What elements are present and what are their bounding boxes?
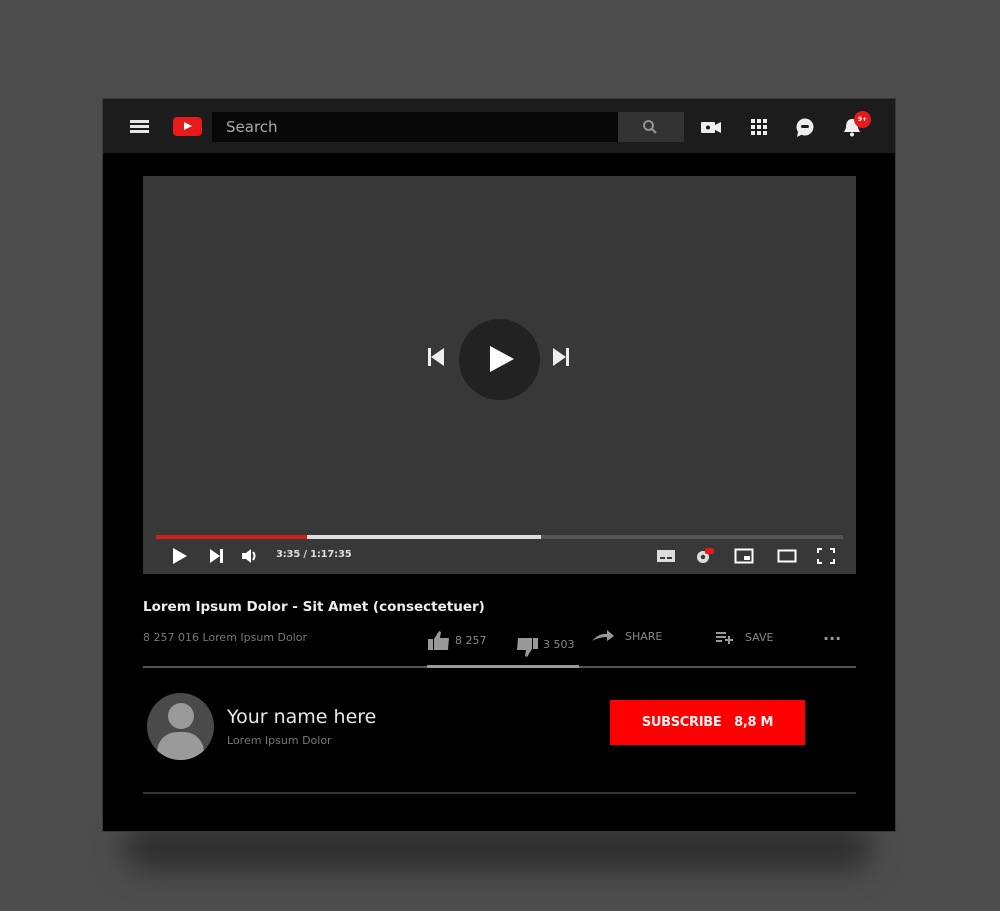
previous-icon[interactable] <box>425 346 447 368</box>
apps-grid-icon[interactable] <box>748 116 770 138</box>
thumbs-up-icon <box>428 631 449 650</box>
avatar[interactable] <box>147 693 214 760</box>
menu-icon[interactable] <box>130 120 149 133</box>
miniplayer-icon[interactable] <box>734 547 754 565</box>
create-video-icon[interactable] <box>700 116 722 138</box>
search-button[interactable] <box>618 112 684 142</box>
thumbs-down-icon <box>517 638 538 657</box>
save-playlist-icon <box>716 632 733 644</box>
fullscreen-icon[interactable] <box>816 547 836 565</box>
dislike-count: 3 503 <box>543 637 575 651</box>
save-label: SAVE <box>745 630 774 644</box>
youtube-logo[interactable] <box>173 117 202 136</box>
played-bar <box>156 535 308 539</box>
search-icon <box>643 120 657 134</box>
dislike-button[interactable]: 3 503 <box>515 629 575 659</box>
channel-name[interactable]: Your name here <box>227 706 376 728</box>
like-button[interactable]: 8 257 <box>427 629 487 651</box>
like-ratio-bar <box>427 665 579 668</box>
settings-hd-icon[interactable] <box>695 547 715 565</box>
theater-mode-icon[interactable] <box>777 547 797 565</box>
video-player[interactable]: 3:35 / 1:17:35 <box>143 176 856 574</box>
messages-icon[interactable] <box>794 116 816 138</box>
search-input[interactable] <box>212 112 618 142</box>
next-video-icon[interactable] <box>207 547 227 565</box>
volume-icon[interactable] <box>240 547 260 565</box>
notification-badge: 9+ <box>854 111 871 128</box>
next-icon[interactable] <box>550 346 572 368</box>
youtube-window: 9+ 3:35 / 1:17:35 <box>102 98 896 832</box>
channel-subtitle: Lorem Ipsum Dolor <box>227 734 332 747</box>
subtitles-icon[interactable] <box>656 547 676 565</box>
share-arrow-icon <box>592 630 614 641</box>
more-options-button[interactable]: ··· <box>823 629 841 648</box>
share-label: SHARE <box>625 629 663 643</box>
play-button-large[interactable] <box>459 319 540 400</box>
divider <box>143 792 856 794</box>
video-title: Lorem Ipsum Dolor - Sit Amet (consectetu… <box>143 599 485 615</box>
time-display: 3:35 / 1:17:35 <box>276 549 352 560</box>
top-bar: 9+ <box>103 99 895 153</box>
view-count: 8 257 016 Lorem Ipsum Dolor <box>143 631 308 644</box>
save-button[interactable]: SAVE <box>715 629 773 645</box>
subscriber-count: 8,8 M <box>734 715 774 730</box>
progress-bar[interactable] <box>156 535 843 539</box>
play-icon[interactable] <box>170 547 190 565</box>
subscribe-button[interactable]: SUBSCRIBE 8,8 M <box>610 700 805 745</box>
share-button[interactable]: SHARE <box>591 629 662 643</box>
subscribe-label: SUBSCRIBE <box>641 715 722 730</box>
like-count: 8 257 <box>455 633 487 647</box>
